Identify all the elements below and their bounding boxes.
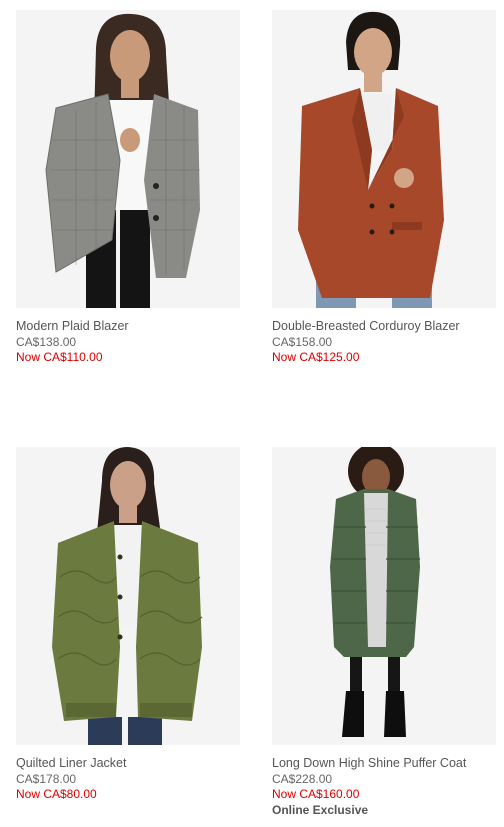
product-card[interactable]: Long Down High Shine Puffer Coat CA$228.… [272,447,496,822]
original-price: CA$228.00 [272,772,333,786]
product-card[interactable]: Modern Plaid Blazer CA$138.00 Now CA$110… [16,10,240,370]
product-image[interactable] [16,10,240,308]
original-price: CA$138.00 [16,335,77,349]
product-name[interactable]: Double-Breasted Corduroy Blazer [272,319,460,333]
sale-price: Now CA$125.00 [272,350,360,364]
original-price: CA$158.00 [272,335,333,349]
product-grid-page: { "products": [ {"name":"Modern Plaid Bl… [0,0,504,827]
online-exclusive-badge: Online Exclusive [272,803,369,817]
product-image[interactable] [16,447,240,745]
product-image[interactable] [272,10,496,308]
product-name[interactable]: Long Down High Shine Puffer Coat [272,756,466,770]
product-name[interactable]: Quilted Liner Jacket [16,756,126,770]
product-name[interactable]: Modern Plaid Blazer [16,319,129,333]
sale-price: Now CA$110.00 [16,350,103,364]
product-card[interactable]: Quilted Liner Jacket CA$178.00 Now CA$80… [16,447,240,807]
product-card[interactable]: Double-Breasted Corduroy Blazer CA$158.0… [272,10,496,370]
product-image[interactable] [272,447,496,745]
sale-price: Now CA$160.00 [272,787,360,801]
original-price: CA$178.00 [16,772,77,786]
sale-price: Now CA$80.00 [16,787,97,801]
